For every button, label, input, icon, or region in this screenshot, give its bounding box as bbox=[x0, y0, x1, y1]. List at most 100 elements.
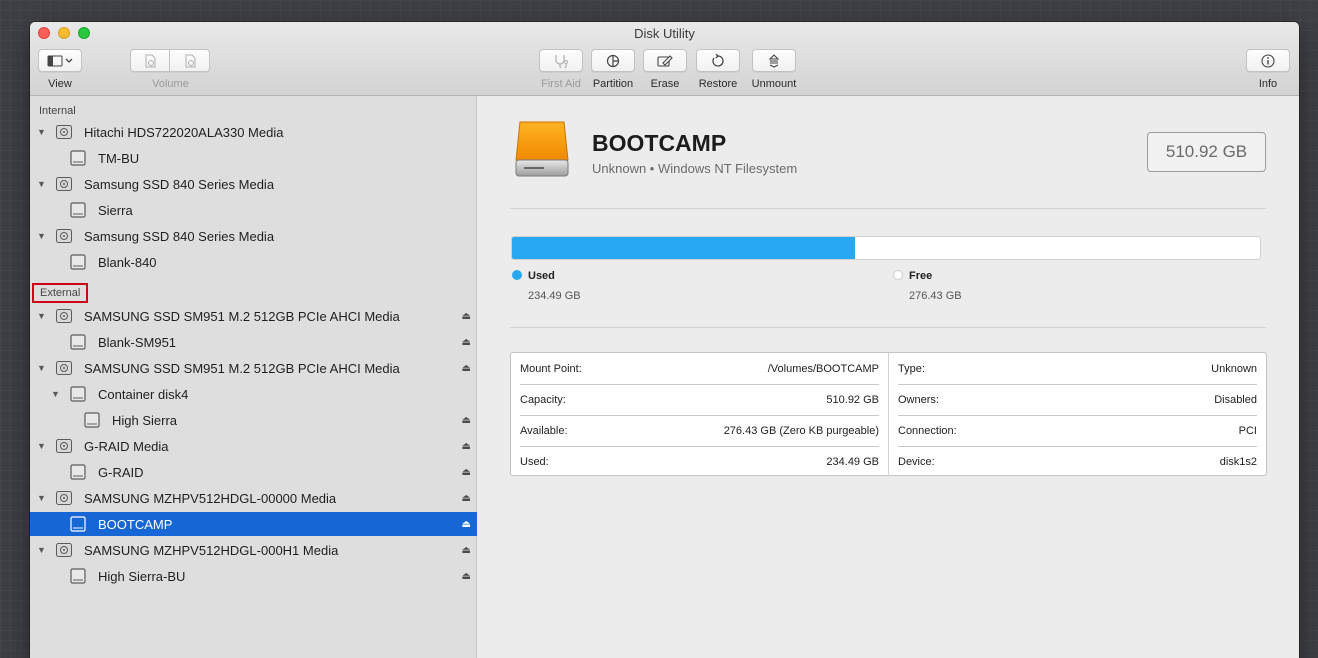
detail-value: PCI bbox=[1238, 424, 1257, 437]
sidebar-item-tm-bu[interactable]: TM-BU bbox=[30, 146, 477, 170]
erase-icon bbox=[657, 54, 673, 67]
free-legend-value: 276.43 GB bbox=[909, 290, 962, 302]
volume-size-badge: 510.92 GB bbox=[1147, 132, 1266, 172]
sidebar-item-g-raid-media[interactable]: ▼ G-RAID Media ⏏ bbox=[30, 434, 477, 458]
view-label: View bbox=[48, 78, 72, 90]
info-group: Info bbox=[1246, 49, 1290, 90]
sidebar-item-high-sierra-bu[interactable]: High Sierra-BU ⏏ bbox=[30, 564, 477, 588]
disclosure-triangle-icon[interactable]: ▼ bbox=[37, 231, 46, 241]
unmount-label: Unmount bbox=[751, 78, 797, 90]
sidebar-item-hitachi-hds722020ala330-media[interactable]: ▼ Hitachi HDS722020ALA330 Media bbox=[30, 120, 477, 144]
eject-icon[interactable]: ⏏ bbox=[462, 571, 471, 582]
used-legend-dot bbox=[512, 270, 522, 280]
disk-icon bbox=[55, 360, 73, 376]
disclosure-triangle-icon[interactable]: ▼ bbox=[37, 363, 46, 373]
usage-bar-used-fill bbox=[512, 237, 856, 259]
eject-icon[interactable]: ⏏ bbox=[462, 519, 471, 530]
volume-icon bbox=[69, 254, 87, 270]
detail-value: Disabled bbox=[1214, 393, 1257, 406]
detail-row-used: Used: 234.49 GB bbox=[520, 446, 879, 477]
sidebar-item-label: G-RAID Media bbox=[84, 438, 169, 454]
info-icon bbox=[1261, 53, 1275, 68]
divider bbox=[510, 327, 1266, 328]
free-legend-label: Free bbox=[909, 270, 933, 282]
add-volume-button[interactable] bbox=[130, 49, 170, 72]
detail-value: 510.92 GB bbox=[826, 393, 879, 406]
restore-button[interactable] bbox=[696, 49, 740, 72]
volume-segmented-control bbox=[130, 49, 211, 72]
detail-key: Used: bbox=[520, 455, 549, 468]
main-panel: BOOTCAMP Unknown • Windows NT Filesystem… bbox=[478, 96, 1299, 658]
disk-icon bbox=[55, 542, 73, 558]
eject-icon[interactable]: ⏏ bbox=[462, 467, 471, 478]
unmount-icon bbox=[768, 53, 780, 68]
sidebar-item-high-sierra[interactable]: High Sierra ⏏ bbox=[30, 408, 477, 432]
disk-icon bbox=[55, 490, 73, 506]
restore-label: Restore bbox=[698, 78, 738, 90]
eject-icon[interactable]: ⏏ bbox=[462, 545, 471, 556]
sidebar-item-samsung-ssd-sm951-m-2-512gb-pcie-ahci-media[interactable]: ▼ SAMSUNG SSD SM951 M.2 512GB PCIe AHCI M… bbox=[30, 356, 477, 380]
volume-icon bbox=[69, 150, 87, 166]
first-aid-button[interactable] bbox=[539, 49, 583, 72]
sidebar-item-blank-sm951[interactable]: Blank-SM951 ⏏ bbox=[30, 330, 477, 354]
divider bbox=[510, 208, 1266, 209]
sidebar-item-label: SAMSUNG SSD SM951 M.2 512GB PCIe AHCI Me… bbox=[84, 308, 400, 324]
sidebar-item-sierra[interactable]: Sierra bbox=[30, 198, 477, 222]
view-group: View bbox=[38, 49, 82, 90]
disclosure-triangle-icon[interactable]: ▼ bbox=[37, 127, 46, 137]
remove-volume-button[interactable] bbox=[170, 49, 210, 72]
volume-icon bbox=[69, 334, 87, 350]
sidebar-item-samsung-ssd-sm951-m-2-512gb-pcie-ahci-media[interactable]: ▼ SAMSUNG SSD SM951 M.2 512GB PCIe AHCI M… bbox=[30, 304, 477, 328]
unmount-button[interactable] bbox=[752, 49, 796, 72]
disclosure-triangle-icon[interactable]: ▼ bbox=[37, 311, 46, 321]
disclosure-triangle-icon[interactable]: ▼ bbox=[37, 545, 46, 555]
view-button[interactable] bbox=[38, 49, 82, 72]
disk-utility-window: Disk Utility View Volume First Aid Parti… bbox=[30, 22, 1299, 658]
sidebar-item-label: Hitachi HDS722020ALA330 Media bbox=[84, 124, 284, 140]
eject-icon[interactable]: ⏏ bbox=[462, 363, 471, 374]
eject-icon[interactable]: ⏏ bbox=[462, 493, 471, 504]
sidebar-item-blank-840[interactable]: Blank-840 bbox=[30, 250, 477, 274]
eject-icon[interactable]: ⏏ bbox=[462, 415, 471, 426]
volume-group: Volume bbox=[130, 49, 211, 90]
sidebar-item-samsung-ssd-840-series-media[interactable]: ▼ Samsung SSD 840 Series Media bbox=[30, 224, 477, 248]
window-title: Disk Utility bbox=[634, 26, 695, 41]
sidebar-item-label: SAMSUNG SSD SM951 M.2 512GB PCIe AHCI Me… bbox=[84, 360, 400, 376]
partition-button[interactable] bbox=[591, 49, 635, 72]
sidebar-item-label: Sierra bbox=[98, 202, 133, 218]
free-legend-dot bbox=[893, 270, 903, 280]
detail-value: 276.43 GB (Zero KB purgeable) bbox=[723, 424, 879, 437]
sidebar-item-samsung-mzhpv512hdgl-00000-media[interactable]: ▼ SAMSUNG MZHPV512HDGL-00000 Media ⏏ bbox=[30, 486, 477, 510]
volume-subtitle: Unknown • Windows NT Filesystem bbox=[592, 161, 798, 176]
volume-icon bbox=[69, 464, 87, 480]
sidebar-item-samsung-mzhpv512hdgl-000h1-media[interactable]: ▼ SAMSUNG MZHPV512HDGL-000H1 Media ⏏ bbox=[30, 538, 477, 562]
eject-icon[interactable]: ⏏ bbox=[462, 311, 471, 322]
info-label: Info bbox=[1258, 78, 1278, 90]
eject-icon[interactable]: ⏏ bbox=[462, 441, 471, 452]
volume-icon bbox=[69, 202, 87, 218]
sidebar-item-samsung-ssd-840-series-media[interactable]: ▼ Samsung SSD 840 Series Media bbox=[30, 172, 477, 196]
disclosure-triangle-icon[interactable]: ▼ bbox=[37, 441, 46, 451]
eject-icon[interactable]: ⏏ bbox=[462, 337, 471, 348]
disclosure-triangle-icon[interactable]: ▼ bbox=[51, 389, 60, 399]
info-button[interactable] bbox=[1246, 49, 1290, 72]
sidebar-item-label: TM-BU bbox=[98, 150, 140, 166]
sidebar-item-g-raid[interactable]: G-RAID ⏏ bbox=[30, 460, 477, 484]
sidebar-item-label: Container disk4 bbox=[98, 386, 189, 402]
sidebar-item-bootcamp[interactable]: BOOTCAMP ⏏ bbox=[30, 512, 477, 536]
toolbar: Disk Utility View Volume First Aid Parti… bbox=[30, 22, 1299, 96]
volume-details-table: Mount Point: /Volumes/BOOTCAMP Capacity: 51… bbox=[510, 352, 1267, 476]
volume-icon bbox=[69, 568, 87, 584]
disclosure-triangle-icon[interactable]: ▼ bbox=[37, 493, 46, 503]
sidebar-item-label: BOOTCAMP bbox=[98, 516, 173, 532]
erase-button[interactable] bbox=[643, 49, 687, 72]
disclosure-triangle-icon[interactable]: ▼ bbox=[37, 179, 46, 189]
detail-row-mount-point: Mount Point: /Volumes/BOOTCAMP bbox=[520, 353, 879, 384]
remove-volume-icon bbox=[185, 54, 195, 67]
volume-icon bbox=[69, 516, 87, 532]
volume-label: Volume bbox=[152, 78, 189, 90]
details-left-column: Mount Point: /Volumes/BOOTCAMP Capacity: 51… bbox=[511, 353, 888, 475]
partition-pie-icon bbox=[606, 54, 620, 67]
partition-group: Partition bbox=[588, 49, 638, 90]
sidebar-item-container-disk4[interactable]: ▼ Container disk4 bbox=[30, 382, 477, 406]
